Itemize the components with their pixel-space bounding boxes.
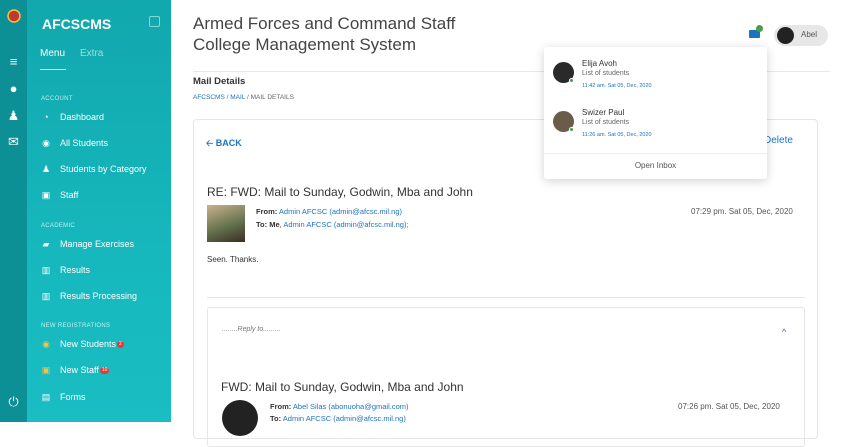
sidebar-item-staff[interactable]: ▣ Staff — [39, 187, 171, 203]
section-account: ACCOUNT — [41, 96, 73, 102]
user-circle-icon: ◉ — [42, 137, 50, 148]
sidebar-item-label: Results — [60, 265, 91, 275]
notification-dropdown: Elija Avoh List of students 11:42 am. Sa… — [544, 47, 767, 179]
sender-photo — [207, 205, 245, 242]
divider — [544, 153, 767, 154]
delete-button[interactable]: Delete — [764, 135, 793, 146]
bar-chart-icon: ▥ — [41, 264, 51, 275]
notification-sender: Elija Avoh — [582, 59, 617, 68]
notification-item[interactable]: Swizer Paul List of students 11:26 am. S… — [553, 108, 758, 148]
id-card-icon: ▣ — [41, 364, 51, 375]
section-registrations: NEW REGISTRATIONS — [41, 323, 111, 329]
count-badge: 10 — [99, 366, 110, 374]
online-dot-icon — [569, 78, 574, 83]
users-icon: ♟ — [41, 163, 51, 174]
sidebar-item-label: Staff — [60, 190, 79, 200]
mail-from: From: Admin AFCSC (admin@afcsc.mil.ng) — [256, 207, 402, 216]
avatar — [777, 27, 794, 44]
breadcrumb-current: MAIL DETAILS — [250, 94, 294, 101]
recipient-link[interactable]: Admin AFCSC (admin@afcsc.mil.ng); — [283, 220, 408, 229]
page-title: Mail Details — [193, 76, 246, 87]
breadcrumb-home[interactable]: AFCSCMS — [193, 94, 225, 101]
sidebar-item-new-staff[interactable]: ▣ New Staff 10 — [39, 362, 171, 378]
book-icon: ▰ — [42, 238, 50, 249]
sidebar-item-label: Dashboard — [60, 112, 105, 122]
back-button[interactable]: 🡠 BACK — [206, 136, 242, 152]
mail-icon[interactable]: ✉ — [0, 134, 27, 150]
user-name: Abel — [801, 30, 818, 39]
breadcrumb: AFCSCMS / MAIL / MAIL DETAILS — [193, 94, 294, 101]
tab-underline — [40, 69, 66, 70]
open-inbox-button[interactable]: Open Inbox — [544, 161, 767, 170]
sidebar-item-label: Manage Exercises — [60, 239, 135, 249]
breadcrumb-mail[interactable]: MAIL — [230, 94, 245, 101]
app-title: Armed Forces and Command Staff College Ma… — [193, 14, 456, 54]
dashboard-icon: ◔ — [43, 112, 49, 122]
sidebar-item-students-by-category[interactable]: ♟ Students by Category — [39, 161, 171, 177]
avatar — [222, 400, 258, 436]
mail-to: To: Me, Admin AFCSC (admin@afcsc.mil.ng)… — [256, 220, 409, 229]
tab-menu[interactable]: Menu — [40, 48, 65, 59]
brand-name: AFCSCMS — [42, 16, 112, 32]
icon-rail: ≡ ● ♟ ✉ ⏻ — [0, 0, 27, 422]
sidebar-item-label: Forms — [60, 392, 86, 402]
sidebar-item-label: New Students — [60, 339, 117, 349]
user-menu[interactable]: Abel — [774, 25, 828, 46]
hamburger-icon[interactable]: ≡ — [0, 54, 27, 69]
arrow-left-icon: 🡠 — [206, 138, 216, 148]
sidebar-item-label: All Students — [60, 138, 109, 148]
sender-link[interactable]: Abel Silas (abonuoha@gmail.com) — [293, 402, 409, 411]
sidebar-item-results-processing[interactable]: ▥ Results Processing — [39, 288, 171, 304]
logo-icon — [0, 9, 27, 26]
divider — [207, 297, 805, 298]
palette-icon[interactable]: ● — [0, 81, 27, 96]
sidebar-item-results[interactable]: ▥ Results — [39, 262, 171, 278]
online-dot-icon — [569, 127, 574, 132]
section-academic: ACADEMIC — [41, 223, 76, 229]
count-badge: 2 — [117, 340, 124, 348]
sidebar-item-new-students[interactable]: ◉ New Students 2 — [39, 336, 171, 352]
sidebar-item-all-students[interactable]: ◉ All Students — [39, 135, 171, 151]
tab-extra[interactable]: Extra — [80, 48, 103, 59]
notification-time: 11:26 am. Sat 05, Dec, 2020 — [582, 132, 652, 138]
notification-sender: Swizer Paul — [582, 108, 625, 117]
sidebar-item-forms[interactable]: ▤ Forms — [39, 389, 171, 405]
bar-chart-icon: ▥ — [41, 290, 51, 301]
user-circle-icon: ◉ — [42, 338, 50, 349]
reply-date: 07:26 pm. Sat 05, Dec, 2020 — [678, 402, 780, 411]
sidebar-item-label: Students by Category — [60, 164, 147, 174]
id-card-icon: ▣ — [41, 189, 51, 200]
reply-thread: ........Reply to......... ^ FWD: Mail to… — [207, 307, 805, 447]
sidebar-item-manage-exercises[interactable]: ▰ Manage Exercises — [39, 236, 171, 252]
sidebar-item-label: Results Processing — [60, 291, 138, 301]
notification-item[interactable]: Elija Avoh List of students 11:42 am. Sa… — [553, 59, 758, 99]
sidebar-item-label: New Staff — [60, 365, 99, 375]
notification-time: 11:42 am. Sat 05, Dec, 2020 — [582, 83, 652, 89]
list-icon: ▤ — [41, 391, 51, 402]
sidebar-item-dashboard[interactable]: ◔ Dashboard — [39, 109, 171, 125]
mail-date: 07:29 pm. Sat 05, Dec, 2020 — [691, 207, 793, 216]
mail-subject: RE: FWD: Mail to Sunday, Godwin, Mba and… — [207, 185, 473, 199]
notification-subject: List of students — [582, 119, 630, 126]
online-dot-icon — [756, 25, 763, 32]
reply-subject: FWD: Mail to Sunday, Godwin, Mba and Joh… — [221, 380, 464, 394]
sidebar: AFCSCMS Menu Extra ACCOUNT ◔ Dashboard ◉ A… — [27, 0, 171, 422]
chevron-up-icon[interactable]: ^ — [782, 327, 786, 337]
sender-link[interactable]: Admin AFCSC (admin@afcsc.mil.ng) — [279, 207, 402, 216]
notification-subject: List of students — [582, 70, 630, 77]
power-icon[interactable]: ⏻ — [0, 394, 27, 410]
person-icon[interactable]: ♟ — [0, 108, 27, 124]
reply-from: From: Abel Silas (abonuoha@gmail.com) — [270, 402, 409, 411]
reply-to-label: ........Reply to......... — [222, 326, 281, 333]
mail-body: Seen. Thanks. — [207, 255, 259, 264]
layout-toggle-icon[interactable] — [149, 16, 160, 27]
